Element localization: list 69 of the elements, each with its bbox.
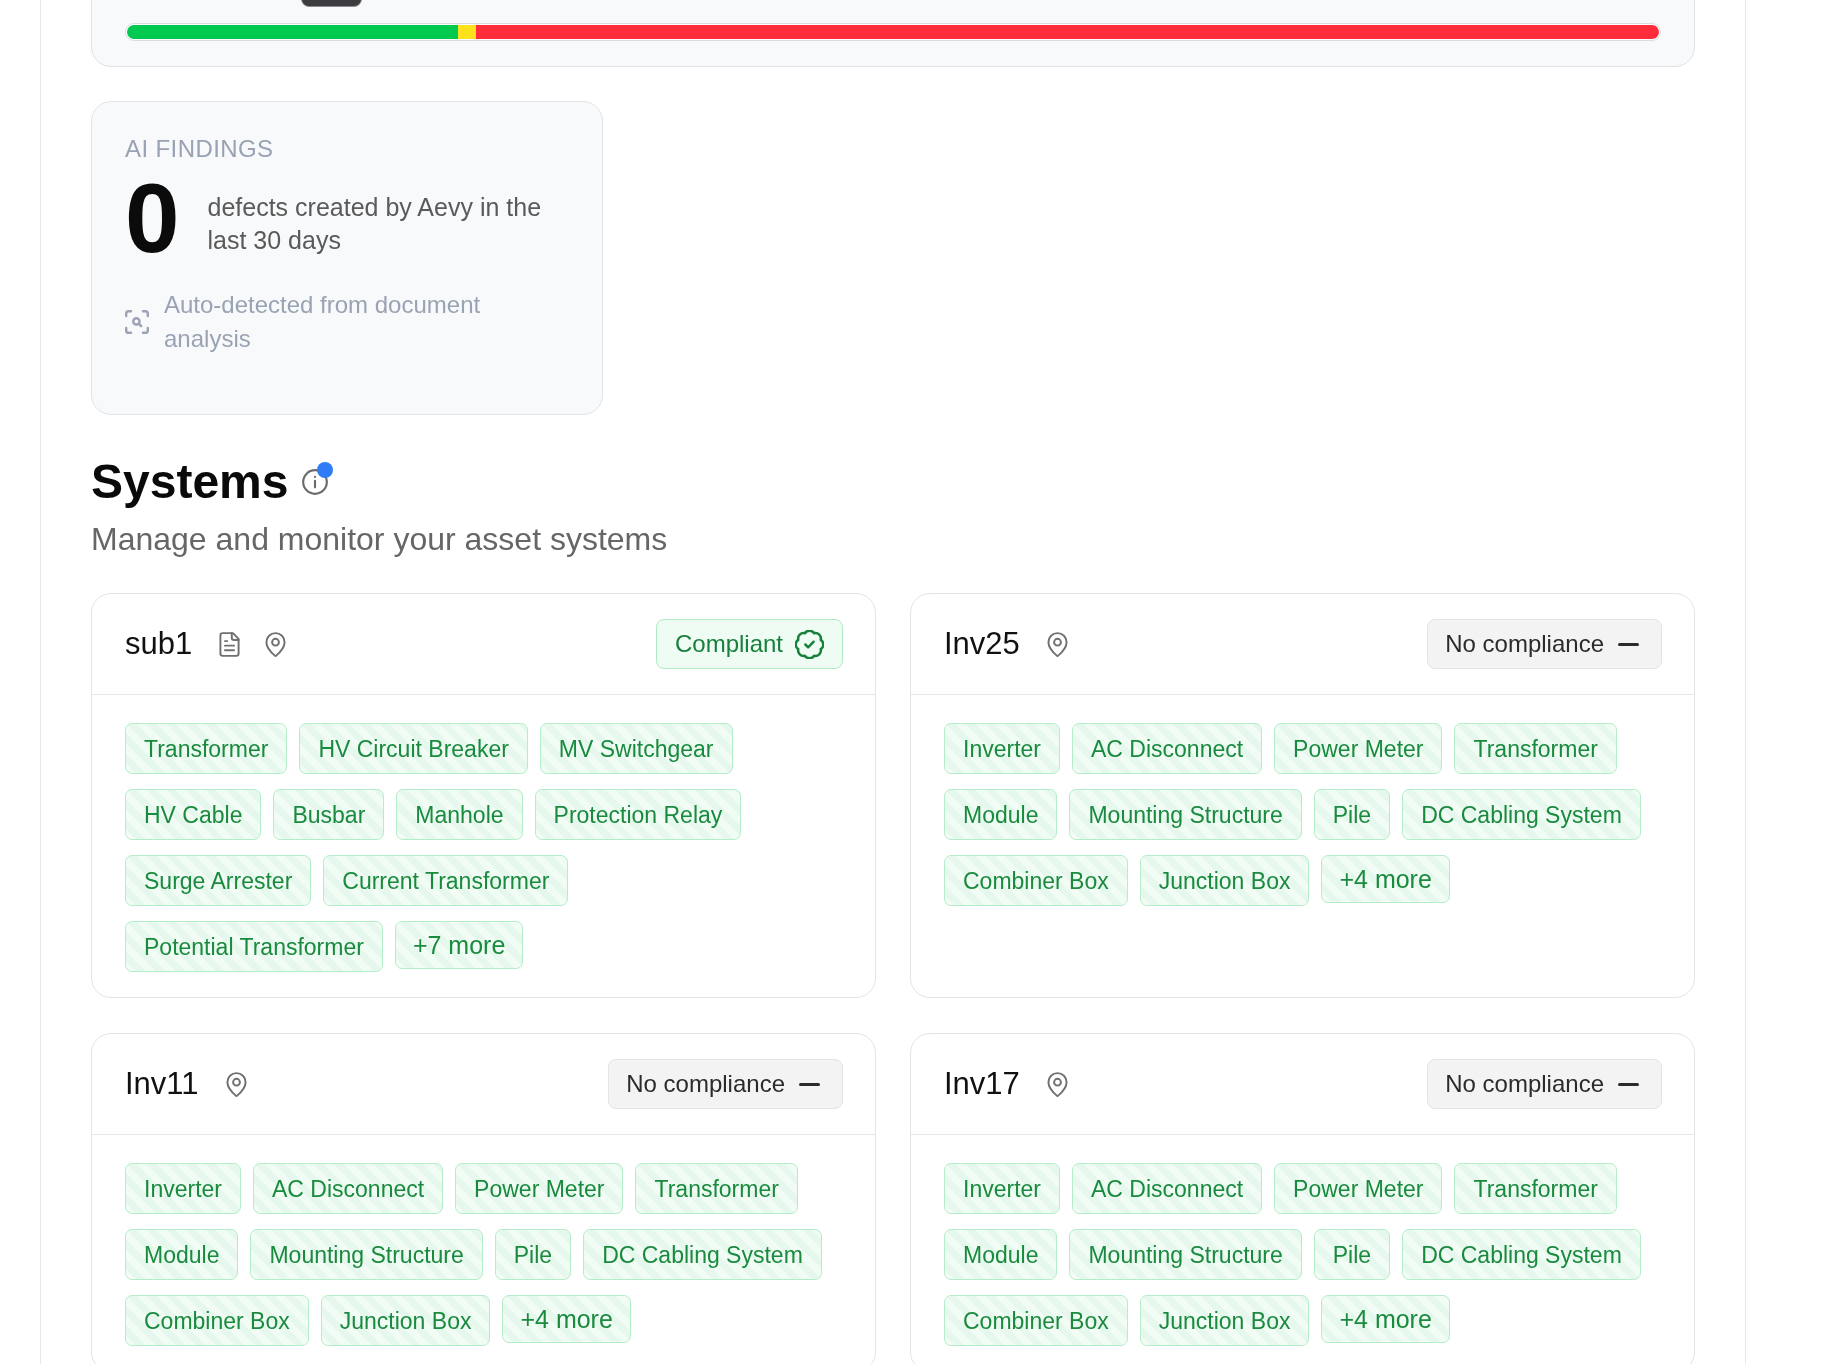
asset-tag: Pile bbox=[494, 1229, 572, 1280]
asset-tag: Pile bbox=[1313, 1229, 1391, 1280]
system-name: Inv11 bbox=[125, 1066, 199, 1102]
asset-tag: AC Disconnect bbox=[253, 1163, 444, 1214]
asset-tag: Inverter bbox=[125, 1163, 241, 1214]
scan-search-icon bbox=[125, 310, 149, 334]
location-pin-icon[interactable] bbox=[1046, 631, 1068, 657]
dash-icon bbox=[1618, 642, 1639, 646]
asset-tag: Surge Arrester bbox=[125, 855, 312, 906]
asset-tag: AC Disconnect bbox=[1072, 723, 1263, 774]
asset-tag: Junction Box bbox=[320, 1295, 491, 1346]
asset-tag: Power Meter bbox=[1274, 1163, 1443, 1214]
asset-tag: Power Meter bbox=[455, 1163, 624, 1214]
more-tags-button[interactable]: +4 more bbox=[1321, 1295, 1450, 1343]
asset-tag: Mounting Structure bbox=[250, 1229, 483, 1280]
asset-tag: Pile bbox=[1313, 789, 1391, 840]
asset-tag: Combiner Box bbox=[944, 855, 1128, 906]
compliance-status: No compliance bbox=[1445, 630, 1604, 658]
asset-tag: HV Cable bbox=[125, 789, 262, 840]
asset-tag: MV Switchgear bbox=[539, 723, 733, 774]
asset-tag: Transformer bbox=[1454, 1163, 1617, 1214]
detection-note: Auto-detected from document analysis bbox=[164, 290, 482, 354]
section-title: Systems bbox=[91, 454, 289, 510]
asset-tag: Mounting Structure bbox=[1069, 789, 1302, 840]
asset-tag: Module bbox=[944, 1229, 1058, 1280]
document-icon[interactable] bbox=[219, 631, 241, 657]
asset-tag: DC Cabling System bbox=[583, 1229, 822, 1280]
asset-tag: Protection Relay bbox=[534, 789, 742, 840]
asset-tag: Busbar bbox=[273, 789, 385, 840]
compliance-status: No compliance bbox=[1445, 1070, 1604, 1098]
dash-icon bbox=[1618, 1082, 1639, 1086]
location-pin-icon[interactable] bbox=[1046, 1071, 1068, 1097]
location-pin-icon[interactable] bbox=[265, 631, 287, 657]
more-tags-button[interactable]: +7 more bbox=[394, 921, 524, 969]
defect-count: 0 bbox=[125, 169, 180, 267]
asset-tag: Inverter bbox=[944, 723, 1060, 774]
defect-description: defects created by Aevy in the last 30 days bbox=[207, 192, 543, 256]
more-tags-button[interactable]: +4 more bbox=[1321, 855, 1450, 903]
asset-tag: Potential Transformer bbox=[125, 921, 383, 972]
asset-tag: Junction Box bbox=[1139, 855, 1310, 906]
asset-tag: Combiner Box bbox=[125, 1295, 309, 1346]
more-tags-button[interactable]: +4 more bbox=[502, 1295, 631, 1343]
asset-tag: Inverter bbox=[944, 1163, 1060, 1214]
asset-tag: Module bbox=[125, 1229, 239, 1280]
asset-tag: Transformer bbox=[635, 1163, 798, 1214]
asset-tag: Power Meter bbox=[1274, 723, 1443, 774]
compliance-status: No compliance bbox=[626, 1070, 785, 1098]
system-name: sub1 bbox=[125, 626, 193, 662]
asset-tag: Transformer bbox=[125, 723, 288, 774]
asset-tag: DC Cabling System bbox=[1402, 1229, 1641, 1280]
asset-tag: Junction Box bbox=[1139, 1295, 1310, 1346]
asset-tag: Module bbox=[944, 789, 1058, 840]
asset-tag: Combiner Box bbox=[944, 1295, 1128, 1346]
asset-tag: HV Circuit Breaker bbox=[299, 723, 528, 774]
info-icon[interactable] bbox=[302, 469, 329, 495]
asset-tag: Manhole bbox=[396, 789, 523, 840]
dash-icon bbox=[799, 1082, 820, 1086]
compliance-status: Compliant bbox=[674, 630, 783, 658]
asset-tag: DC Cabling System bbox=[1402, 789, 1641, 840]
check-badge-icon bbox=[795, 629, 824, 659]
system-name: Inv25 bbox=[944, 626, 1020, 662]
system-name: Inv17 bbox=[944, 1066, 1020, 1102]
asset-tag: Transformer bbox=[1454, 723, 1617, 774]
section-subtitle: Manage and monitor your asset systems bbox=[91, 520, 669, 558]
card-label: AI FINDINGS bbox=[125, 134, 275, 163]
asset-tag: Mounting Structure bbox=[1069, 1229, 1302, 1280]
asset-tag: AC Disconnect bbox=[1072, 1163, 1263, 1214]
location-pin-icon[interactable] bbox=[225, 1071, 247, 1097]
asset-tag: Current Transformer bbox=[323, 855, 569, 906]
